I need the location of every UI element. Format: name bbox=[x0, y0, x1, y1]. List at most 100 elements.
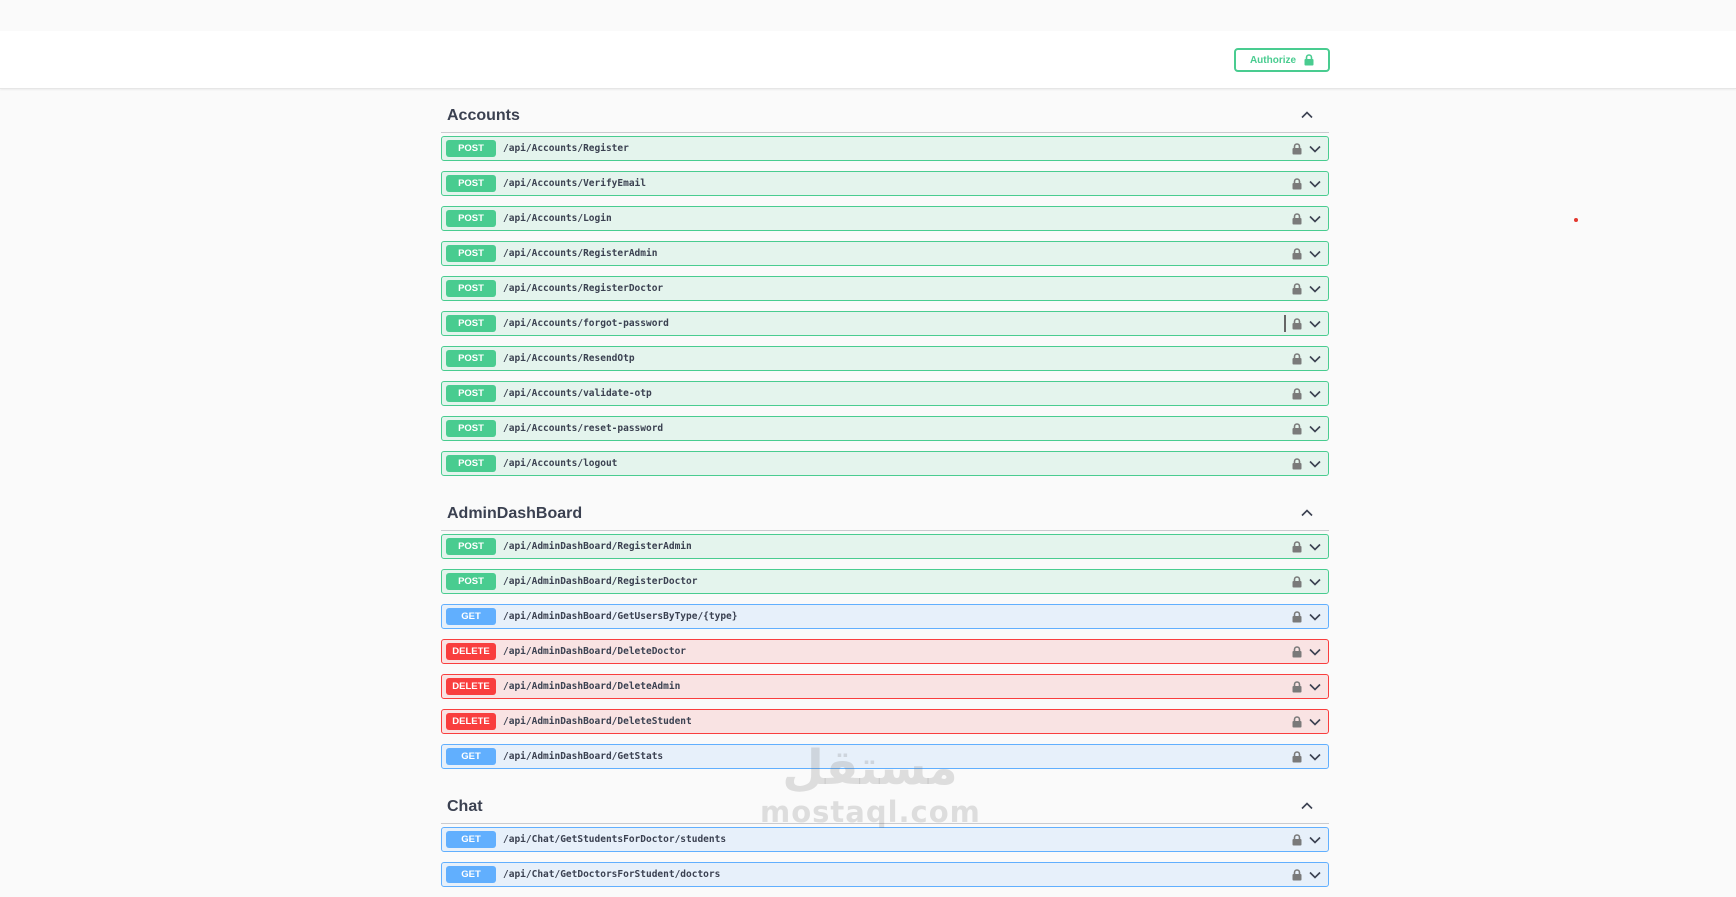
chevron-down-icon[interactable] bbox=[1309, 285, 1321, 293]
chevron-down-icon[interactable] bbox=[1309, 683, 1321, 691]
operation-row[interactable]: POST/api/Accounts/reset-password bbox=[441, 416, 1329, 441]
lock-icon[interactable] bbox=[1292, 247, 1302, 260]
operation-actions bbox=[1292, 645, 1321, 658]
tag-header[interactable]: AdminDashBoard bbox=[441, 486, 1329, 531]
method-badge: GET bbox=[446, 866, 496, 883]
operation-actions bbox=[1292, 680, 1321, 693]
operation-actions bbox=[1292, 610, 1321, 623]
operation-row[interactable]: DELETE/api/AdminDashBoard/DeleteAdmin bbox=[441, 674, 1329, 699]
lock-icon[interactable] bbox=[1292, 750, 1302, 763]
operation-row[interactable]: POST/api/Accounts/logout bbox=[441, 451, 1329, 476]
method-badge: POST bbox=[446, 175, 496, 192]
lock-icon[interactable] bbox=[1292, 212, 1302, 225]
method-badge: POST bbox=[446, 210, 496, 227]
operation-path: /api/AdminDashBoard/RegisterAdmin bbox=[503, 541, 692, 552]
tag-title: AdminDashBoard bbox=[447, 505, 583, 522]
chevron-down-icon[interactable] bbox=[1309, 145, 1321, 153]
lock-icon[interactable] bbox=[1292, 142, 1302, 155]
cursor-dot bbox=[1574, 218, 1578, 222]
chevron-up-icon[interactable] bbox=[1301, 96, 1323, 124]
authorize-label: Authorize bbox=[1249, 54, 1297, 66]
chevron-up-icon[interactable] bbox=[1301, 494, 1323, 522]
chevron-down-icon[interactable] bbox=[1309, 613, 1321, 621]
chevron-down-icon[interactable] bbox=[1309, 718, 1321, 726]
chevron-down-icon[interactable] bbox=[1309, 215, 1321, 223]
lock-icon[interactable] bbox=[1292, 387, 1302, 400]
lock-icon[interactable] bbox=[1292, 422, 1302, 435]
operation-row[interactable]: GET/api/Chat/GetStudentsForDoctor/studen… bbox=[441, 827, 1329, 852]
chevron-down-icon[interactable] bbox=[1309, 543, 1321, 551]
operation-actions bbox=[1292, 833, 1321, 846]
lock-icon[interactable] bbox=[1292, 317, 1302, 330]
tag-title: Chat bbox=[447, 798, 483, 815]
lock-icon[interactable] bbox=[1292, 680, 1302, 693]
tag-header[interactable]: Accounts bbox=[441, 88, 1329, 133]
method-badge: DELETE bbox=[446, 643, 496, 660]
operation-row[interactable]: POST/api/Accounts/VerifyEmail bbox=[441, 171, 1329, 196]
operation-row[interactable]: GET/api/Chat/GetDoctorsForStudent/doctor… bbox=[441, 862, 1329, 887]
chevron-down-icon[interactable] bbox=[1309, 250, 1321, 258]
operation-row[interactable]: POST/api/AdminDashBoard/RegisterDoctor bbox=[441, 569, 1329, 594]
operation-path: /api/AdminDashBoard/GetStats bbox=[503, 751, 664, 762]
lock-icon[interactable] bbox=[1292, 715, 1302, 728]
chevron-down-icon[interactable] bbox=[1309, 355, 1321, 363]
tag-header[interactable]: Chat bbox=[441, 779, 1329, 824]
chevron-down-icon[interactable] bbox=[1309, 578, 1321, 586]
operation-row[interactable]: POST/api/Accounts/ResendOtp bbox=[441, 346, 1329, 371]
chevron-down-icon[interactable] bbox=[1309, 180, 1321, 188]
lock-icon[interactable] bbox=[1292, 282, 1302, 295]
chevron-down-icon[interactable] bbox=[1309, 648, 1321, 656]
lock-icon[interactable] bbox=[1292, 610, 1302, 623]
chevron-up-icon[interactable] bbox=[1301, 787, 1323, 815]
api-operations-list: Accounts POST/api/Accounts/Register POST/a… bbox=[441, 88, 1329, 897]
operation-actions bbox=[1292, 317, 1321, 330]
tag-section-chat: Chat GET/api/Chat/GetStudentsForDoctor/st… bbox=[441, 779, 1329, 887]
authorize-button[interactable]: Authorize bbox=[1234, 48, 1330, 72]
chevron-down-icon[interactable] bbox=[1309, 320, 1321, 328]
operation-path: /api/Chat/GetDoctorsForStudent/doctors bbox=[503, 869, 721, 880]
operation-row[interactable]: GET/api/AdminDashBoard/GetStats bbox=[441, 744, 1329, 769]
chevron-down-icon[interactable] bbox=[1309, 836, 1321, 844]
tag-section-accounts: Accounts POST/api/Accounts/Register POST/a… bbox=[441, 88, 1329, 476]
operation-row[interactable]: GET/api/AdminDashBoard/GetUsersByType/{t… bbox=[441, 604, 1329, 629]
lock-icon[interactable] bbox=[1292, 457, 1302, 470]
operation-path: /api/AdminDashBoard/GetUsersByType/{type… bbox=[503, 611, 738, 622]
chevron-down-icon[interactable] bbox=[1309, 753, 1321, 761]
operation-row[interactable]: POST/api/Accounts/forgot-password bbox=[441, 311, 1329, 336]
chevron-down-icon[interactable] bbox=[1309, 871, 1321, 879]
lock-icon[interactable] bbox=[1292, 540, 1302, 553]
operation-row[interactable]: POST/api/AdminDashBoard/RegisterAdmin bbox=[441, 534, 1329, 559]
operation-actions bbox=[1292, 247, 1321, 260]
operation-actions bbox=[1292, 142, 1321, 155]
operation-path: /api/Accounts/ResendOtp bbox=[503, 353, 635, 364]
operation-row[interactable]: POST/api/Accounts/Register bbox=[441, 136, 1329, 161]
operation-actions bbox=[1292, 575, 1321, 588]
operation-path: /api/Chat/GetStudentsForDoctor/students bbox=[503, 834, 727, 845]
operation-row[interactable]: POST/api/Accounts/validate-otp bbox=[441, 381, 1329, 406]
lock-icon[interactable] bbox=[1292, 645, 1302, 658]
operation-actions bbox=[1292, 282, 1321, 295]
operation-path: /api/AdminDashBoard/RegisterDoctor bbox=[503, 576, 698, 587]
lock-icon[interactable] bbox=[1292, 575, 1302, 588]
operation-row[interactable]: POST/api/Accounts/RegisterDoctor bbox=[441, 276, 1329, 301]
operation-row[interactable]: POST/api/Accounts/Login bbox=[441, 206, 1329, 231]
lock-icon[interactable] bbox=[1292, 833, 1302, 846]
lock-icon[interactable] bbox=[1292, 868, 1302, 881]
lock-icon[interactable] bbox=[1292, 352, 1302, 365]
chevron-down-icon[interactable] bbox=[1309, 425, 1321, 433]
operation-actions bbox=[1292, 177, 1321, 190]
operation-path: /api/AdminDashBoard/DeleteDoctor bbox=[503, 646, 687, 657]
chevron-down-icon[interactable] bbox=[1309, 390, 1321, 398]
method-badge: GET bbox=[446, 831, 496, 848]
operation-row[interactable]: DELETE/api/AdminDashBoard/DeleteDoctor bbox=[441, 639, 1329, 664]
auth-bar: Authorize bbox=[0, 31, 1736, 89]
operation-row[interactable]: POST/api/Accounts/RegisterAdmin bbox=[441, 241, 1329, 266]
operation-path: /api/Accounts/validate-otp bbox=[503, 388, 652, 399]
operation-actions bbox=[1292, 715, 1321, 728]
lock-icon[interactable] bbox=[1292, 177, 1302, 190]
operation-path: /api/Accounts/Login bbox=[503, 213, 612, 224]
operation-row[interactable]: DELETE/api/AdminDashBoard/DeleteStudent bbox=[441, 709, 1329, 734]
chevron-down-icon[interactable] bbox=[1309, 460, 1321, 468]
method-badge: POST bbox=[446, 455, 496, 472]
method-badge: POST bbox=[446, 385, 496, 402]
